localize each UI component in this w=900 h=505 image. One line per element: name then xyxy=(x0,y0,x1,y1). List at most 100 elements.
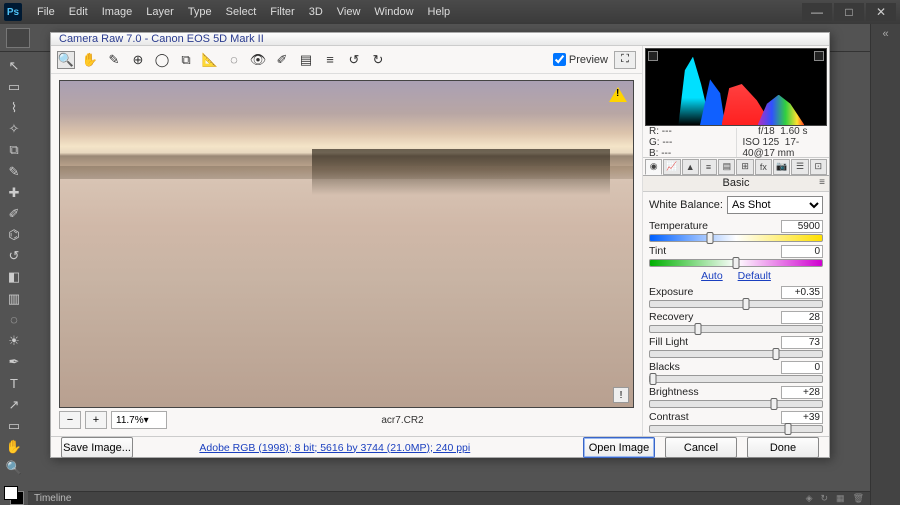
shadow-clipping-icon[interactable] xyxy=(648,51,658,61)
gradient-tool-icon[interactable]: ▥ xyxy=(3,289,25,308)
temperature-value[interactable]: 5900 xyxy=(781,220,823,233)
menu-edit[interactable]: Edit xyxy=(62,6,95,18)
mark-button[interactable]: ! xyxy=(613,387,629,403)
tab-curve[interactable]: 📈 xyxy=(663,159,680,175)
filllight-slider[interactable] xyxy=(649,350,823,358)
zoom-in-button[interactable]: + xyxy=(85,411,107,429)
eraser-tool-icon[interactable]: ◧ xyxy=(3,268,25,287)
crop-tool-icon[interactable]: ⧉ xyxy=(3,141,25,160)
menu-type[interactable]: Type xyxy=(181,6,219,18)
color-swatches[interactable] xyxy=(4,486,24,505)
menu-help[interactable]: Help xyxy=(421,6,458,18)
tint-value[interactable]: 0 xyxy=(781,245,823,258)
tab-basic[interactable]: ◉ xyxy=(645,159,662,175)
window-close-icon[interactable]: ✕ xyxy=(866,3,896,21)
menu-file[interactable]: File xyxy=(30,6,62,18)
menu-image[interactable]: Image xyxy=(95,6,140,18)
acr-rotate-cw-icon[interactable]: ↻ xyxy=(369,51,387,69)
temperature-slider[interactable] xyxy=(649,234,823,242)
shape-tool-icon[interactable]: ▭ xyxy=(3,416,25,435)
wand-tool-icon[interactable]: ✧ xyxy=(3,120,25,139)
menu-filter[interactable]: Filter xyxy=(263,6,301,18)
acr-zoom-tool-icon[interactable]: 🔍 xyxy=(57,51,75,69)
contrast-slider[interactable] xyxy=(649,425,823,433)
tab-detail[interactable]: ▲ xyxy=(682,159,699,175)
acr-spot-tool-icon[interactable]: ◌ xyxy=(225,51,243,69)
tab-fx[interactable]: fx xyxy=(755,159,772,175)
preview-checkbox[interactable]: Preview xyxy=(553,53,608,66)
white-balance-select[interactable]: As Shot xyxy=(727,196,823,214)
workflow-options-link[interactable]: Adobe RGB (1998); 8 bit; 5616 by 3744 (2… xyxy=(199,442,470,454)
history-brush-tool-icon[interactable]: ↺ xyxy=(3,247,25,266)
heal-tool-icon[interactable]: ✚ xyxy=(3,183,25,202)
tool-preset-icon[interactable] xyxy=(6,28,30,48)
timeline-trash-icon[interactable]: 🗑 xyxy=(853,493,864,504)
brush-tool-icon[interactable]: ✐ xyxy=(3,204,25,223)
menu-view[interactable]: View xyxy=(330,6,368,18)
acr-straighten-tool-icon[interactable]: 📐 xyxy=(201,51,219,69)
menu-window[interactable]: Window xyxy=(367,6,420,18)
menu-layer[interactable]: Layer xyxy=(139,6,181,18)
recovery-slider[interactable] xyxy=(649,325,823,333)
image-preview[interactable]: ! xyxy=(59,80,634,408)
timeline-icon[interactable]: ◈ xyxy=(806,493,813,504)
expand-panels-icon[interactable]: « xyxy=(871,24,900,44)
eyedropper-tool-icon[interactable]: ✎ xyxy=(3,162,25,181)
highlight-clipping-warning-icon[interactable] xyxy=(609,87,627,102)
default-link[interactable]: Default xyxy=(738,270,771,282)
type-tool-icon[interactable]: T xyxy=(3,374,25,393)
acr-target-adjust-icon[interactable]: ◯ xyxy=(153,51,171,69)
foreground-color-swatch[interactable] xyxy=(4,486,18,500)
auto-link[interactable]: Auto xyxy=(701,270,723,282)
tab-split[interactable]: ▤ xyxy=(718,159,735,175)
acr-crop-tool-icon[interactable]: ⧉ xyxy=(177,51,195,69)
hand-tool-icon[interactable]: ✋ xyxy=(3,437,25,456)
acr-prefs-icon[interactable]: ≡ xyxy=(321,51,339,69)
menu-select[interactable]: Select xyxy=(219,6,264,18)
acr-rotate-ccw-icon[interactable]: ↺ xyxy=(345,51,363,69)
brightness-slider[interactable] xyxy=(649,400,823,408)
dodge-tool-icon[interactable]: ☀ xyxy=(3,331,25,350)
acr-graduated-filter-icon[interactable]: ▤ xyxy=(297,51,315,69)
open-image-button[interactable]: Open Image xyxy=(583,437,655,458)
cancel-button[interactable]: Cancel xyxy=(665,437,737,458)
blur-tool-icon[interactable]: ◌ xyxy=(3,310,25,329)
zoom-tool-icon[interactable]: 🔍 xyxy=(3,459,25,478)
blacks-value[interactable]: 0 xyxy=(781,361,823,374)
exposure-slider[interactable] xyxy=(649,300,823,308)
marquee-tool-icon[interactable]: ▭ xyxy=(3,77,25,96)
timeline-icon[interactable]: ▦ xyxy=(836,493,845,504)
path-tool-icon[interactable]: ↗ xyxy=(3,395,25,414)
zoom-out-button[interactable]: − xyxy=(59,411,81,429)
tab-hsl[interactable]: ≡ xyxy=(700,159,717,175)
window-minimize-icon[interactable]: — xyxy=(802,3,832,21)
stamp-tool-icon[interactable]: ⌬ xyxy=(3,226,25,245)
filllight-value[interactable]: 73 xyxy=(781,336,823,349)
window-maximize-icon[interactable]: □ xyxy=(834,3,864,21)
acr-redeye-tool-icon[interactable]: 👁 xyxy=(249,51,267,69)
done-button[interactable]: Done xyxy=(747,437,819,458)
acr-color-sampler-icon[interactable]: ⊕ xyxy=(129,51,147,69)
fullscreen-toggle-icon[interactable]: ⛶ xyxy=(614,51,636,69)
tint-slider[interactable] xyxy=(649,259,823,267)
lasso-tool-icon[interactable]: ⌇ xyxy=(3,98,25,117)
acr-hand-tool-icon[interactable]: ✋ xyxy=(81,51,99,69)
recovery-value[interactable]: 28 xyxy=(781,311,823,324)
zoom-level[interactable]: 11.7% ▾ xyxy=(111,411,167,429)
move-tool-icon[interactable]: ↖ xyxy=(3,56,25,75)
tab-presets[interactable]: ☰ xyxy=(791,159,808,175)
save-image-button[interactable]: Save Image... xyxy=(61,437,133,458)
tab-camera[interactable]: 📷 xyxy=(773,159,790,175)
tab-lens[interactable]: ⊞ xyxy=(736,159,753,175)
menu-3d[interactable]: 3D xyxy=(302,6,330,18)
blacks-slider[interactable] xyxy=(649,375,823,383)
acr-adjustment-brush-icon[interactable]: ✐ xyxy=(273,51,291,69)
timeline-panel[interactable]: Timeline ◈ ↻ ▦ 🗑 xyxy=(28,491,870,505)
pen-tool-icon[interactable]: ✒ xyxy=(3,353,25,372)
brightness-value[interactable]: +28 xyxy=(781,386,823,399)
histogram[interactable] xyxy=(645,48,827,126)
timeline-icon[interactable]: ↻ xyxy=(821,493,829,504)
preview-checkbox-input[interactable] xyxy=(553,53,566,66)
highlight-clipping-icon[interactable] xyxy=(814,51,824,61)
exposure-value[interactable]: +0.35 xyxy=(781,286,823,299)
